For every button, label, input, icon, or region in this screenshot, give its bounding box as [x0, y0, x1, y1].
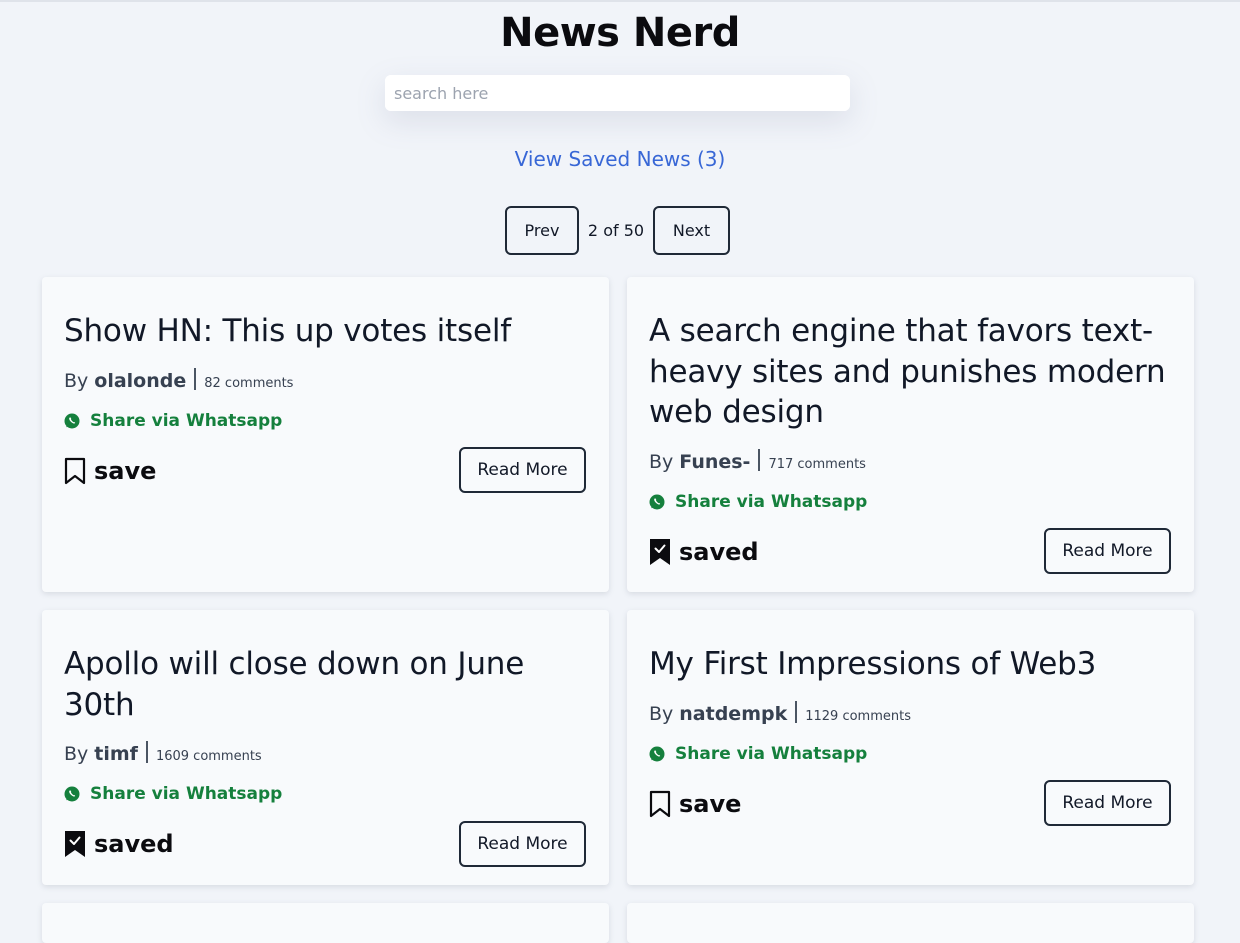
news-meta: By timf 1609 comments: [64, 738, 262, 765]
bookmark-check-icon: [650, 539, 670, 565]
read-more-button[interactable]: Read More: [1044, 780, 1171, 826]
prev-button[interactable]: Prev: [505, 206, 579, 255]
whatsapp-icon: [64, 413, 80, 429]
save-label: save: [94, 457, 157, 485]
share-whatsapp-link[interactable]: Share via Whatsapp: [649, 744, 867, 764]
bookmark-outline-icon: [64, 457, 86, 485]
news-card-partial: [42, 903, 609, 943]
share-whatsapp-link[interactable]: Share via Whatsapp: [64, 784, 282, 804]
share-label: Share via Whatsapp: [90, 784, 283, 804]
whatsapp-icon: [649, 494, 665, 510]
news-author: Funes-: [679, 451, 751, 473]
share-label: Share via Whatsapp: [675, 492, 868, 512]
whatsapp-icon: [64, 786, 80, 802]
save-toggle[interactable]: save: [64, 457, 156, 485]
whatsapp-icon: [649, 746, 665, 762]
search-box: [385, 75, 850, 111]
save-toggle[interactable]: saved: [649, 538, 759, 566]
search-input[interactable]: [385, 75, 850, 111]
save-label: save: [679, 790, 742, 818]
news-comments: 1609 comments: [155, 749, 262, 764]
news-title: A search engine that favors text-heavy s…: [649, 313, 1166, 430]
page-indicator: 2 of 50: [587, 221, 645, 240]
by-label: By: [649, 703, 674, 725]
news-author: timf: [94, 743, 138, 765]
news-title: Apollo will close down on June 30th: [64, 646, 525, 723]
pagination: Prev 2 of 50 Next: [505, 206, 730, 255]
save-toggle[interactable]: save: [649, 790, 741, 818]
share-label: Share via Whatsapp: [90, 411, 283, 431]
share-label: Share via Whatsapp: [675, 744, 868, 764]
news-comments: 717 comments: [768, 457, 866, 472]
view-saved-news-link[interactable]: View Saved News (3): [0, 144, 1240, 174]
news-card: Apollo will close down on June 30th By t…: [42, 610, 609, 885]
news-meta: By Funes- 717 comments: [649, 446, 866, 473]
news-author: olalonde: [94, 370, 187, 392]
meta-separator: [795, 701, 798, 723]
read-more-button[interactable]: Read More: [459, 447, 586, 493]
meta-separator: [194, 368, 197, 390]
save-label: saved: [679, 538, 759, 566]
news-title: Show HN: This up votes itself: [64, 313, 511, 349]
news-card-partial: [627, 903, 1194, 943]
news-author: natdempk: [679, 703, 788, 725]
by-label: By: [649, 451, 674, 473]
news-title: My First Impressions of Web3: [649, 646, 1097, 682]
save-label: saved: [94, 830, 174, 858]
share-whatsapp-link[interactable]: Share via Whatsapp: [649, 492, 867, 512]
news-comments: 82 comments: [204, 376, 294, 391]
news-card: Show HN: This up votes itself By olalond…: [42, 277, 609, 592]
by-label: By: [64, 743, 89, 765]
share-whatsapp-link[interactable]: Share via Whatsapp: [64, 411, 282, 431]
meta-separator: [758, 449, 761, 471]
news-meta: By natdempk 1129 comments: [649, 698, 911, 725]
news-card: A search engine that favors text-heavy s…: [627, 277, 1194, 592]
next-button[interactable]: Next: [653, 206, 730, 255]
bookmark-outline-icon: [649, 790, 671, 818]
read-more-button[interactable]: Read More: [1044, 528, 1171, 574]
save-toggle[interactable]: saved: [64, 830, 174, 858]
news-card: My First Impressions of Web3 By natdempk…: [627, 610, 1194, 885]
site-title: News Nerd: [500, 10, 740, 56]
page-header: News Nerd View Saved News (3) Prev 2 of …: [0, 0, 1240, 270]
read-more-button[interactable]: Read More: [459, 821, 586, 867]
by-label: By: [64, 370, 89, 392]
news-meta: By olalonde 82 comments: [64, 365, 293, 392]
meta-separator: [145, 741, 148, 763]
bookmark-check-icon: [65, 831, 85, 857]
news-comments: 1129 comments: [805, 709, 911, 724]
